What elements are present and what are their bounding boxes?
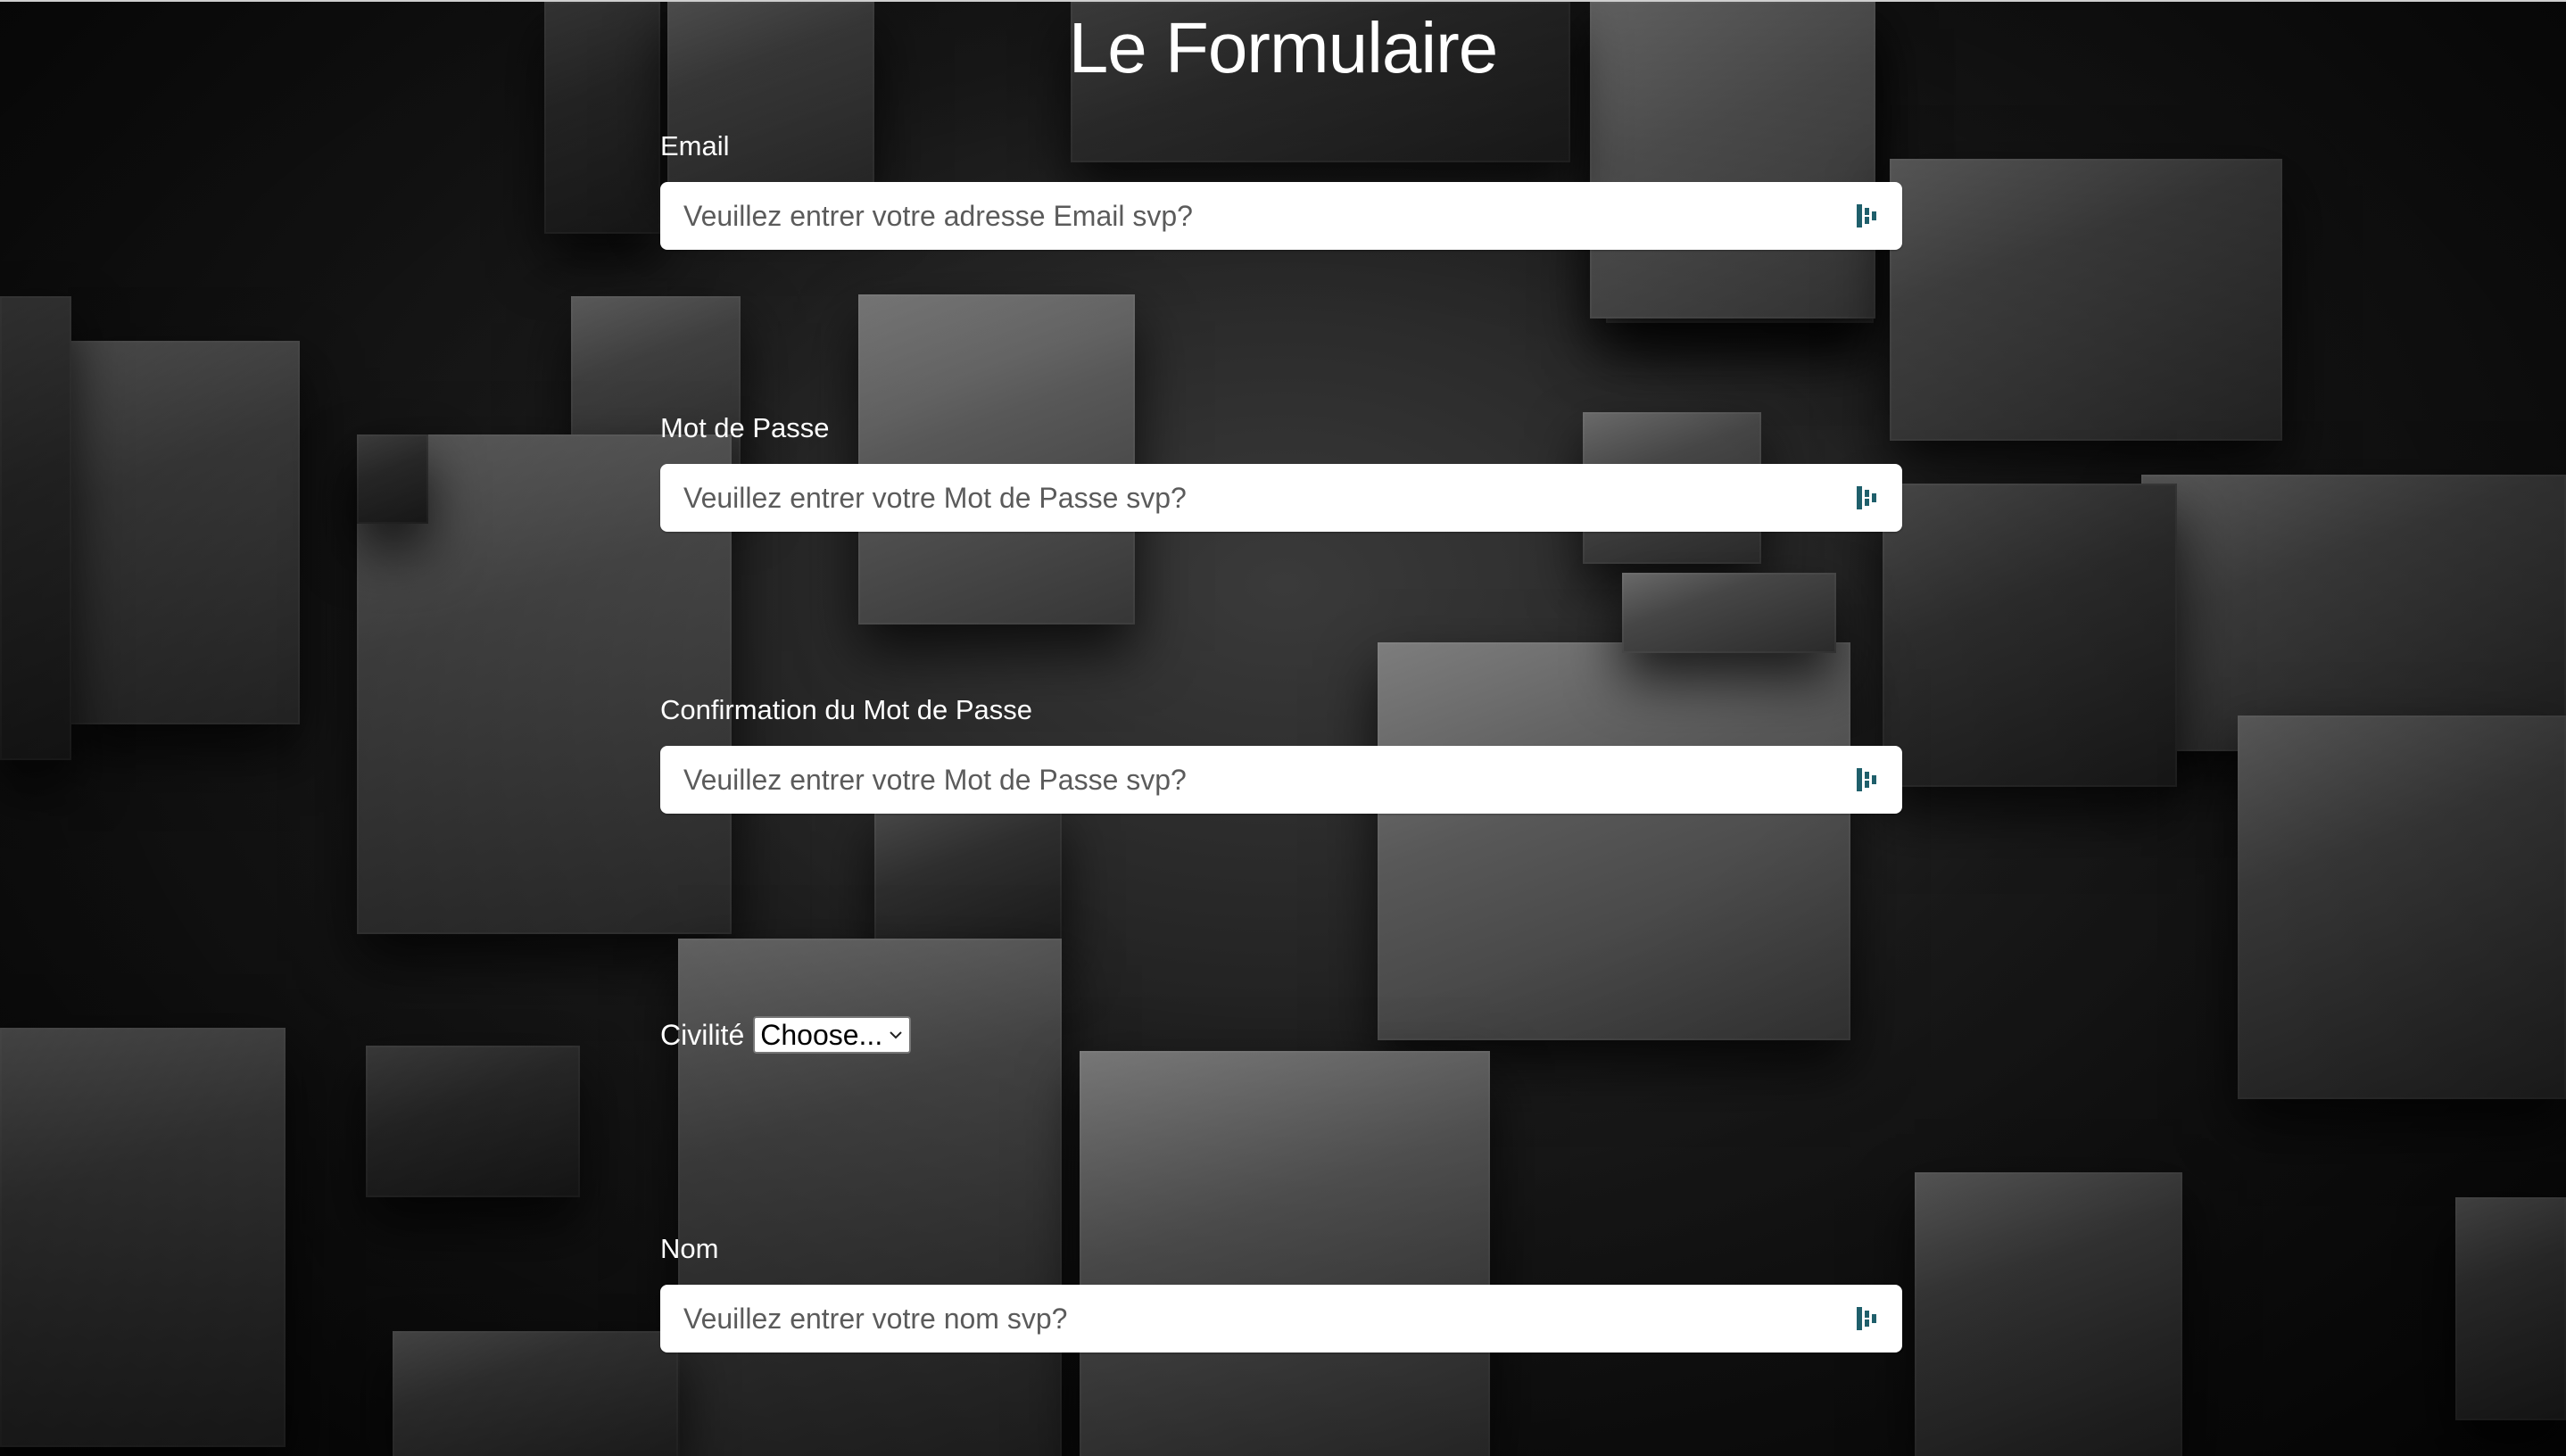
page-title: Le Formulaire xyxy=(1068,8,1499,87)
password-confirm-field-container[interactable] xyxy=(660,746,1902,814)
password-confirm-input[interactable] xyxy=(660,746,1849,814)
password-manager-icon[interactable] xyxy=(1849,762,1884,798)
email-input[interactable] xyxy=(660,182,1849,250)
password-manager-icon[interactable] xyxy=(1849,1301,1884,1336)
password-label: Mot de Passe xyxy=(660,412,830,443)
email-field-container[interactable] xyxy=(660,182,1902,250)
password-input[interactable] xyxy=(660,464,1849,532)
password-field-container[interactable] xyxy=(660,464,1902,532)
name-field-container[interactable] xyxy=(660,1285,1902,1353)
civility-select[interactable]: Choose... xyxy=(753,1016,912,1054)
name-input[interactable] xyxy=(660,1285,1849,1353)
civility-selected-value: Choose... xyxy=(760,1018,883,1051)
civility-label: Civilité xyxy=(660,1018,745,1051)
name-label: Nom xyxy=(660,1233,719,1264)
password-manager-icon[interactable] xyxy=(1849,198,1884,234)
chevron-down-icon xyxy=(890,1031,902,1039)
password-manager-icon[interactable] xyxy=(1849,480,1884,516)
civility-row: Civilité Choose... xyxy=(660,1015,912,1055)
email-label: Email xyxy=(660,130,730,161)
password-confirm-label: Confirmation du Mot de Passe xyxy=(660,694,1032,725)
